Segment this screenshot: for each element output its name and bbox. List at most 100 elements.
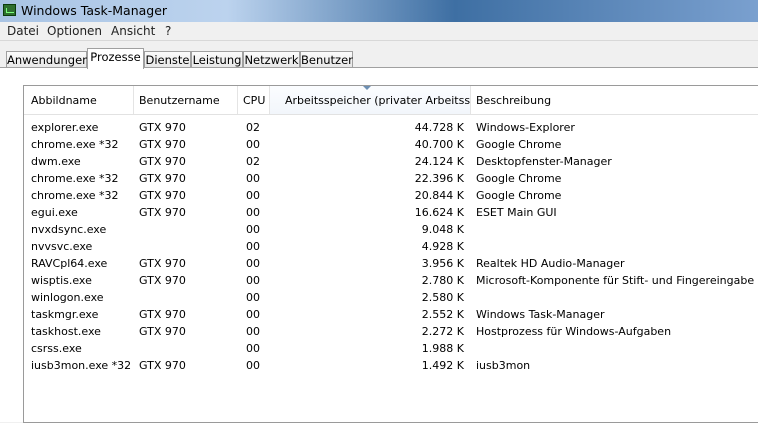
process-user: GTX 970 [139, 155, 186, 168]
process-description: Google Chrome [476, 172, 562, 185]
process-description: Microsoft-Komponente für Stift- und Fing… [476, 274, 755, 287]
process-description: Hostprozess für Windows-Aufgaben [476, 325, 672, 338]
table-row[interactable]: taskmgr.exe GTX 970 00 2.552 K Windows T… [24, 306, 758, 323]
process-user: GTX 970 [139, 206, 186, 219]
process-cpu: 00 [246, 342, 260, 355]
process-description: Windows Task-Manager [476, 308, 605, 321]
process-memory: 24.124 K [414, 155, 464, 168]
process-memory: 1.988 K [421, 342, 464, 355]
process-description: iusb3mon [476, 359, 531, 372]
table-row[interactable]: nvxdsync.exe 00 9.048 K [24, 221, 758, 238]
process-memory: 16.624 K [414, 206, 464, 219]
process-name: dwm.exe [31, 155, 81, 168]
process-memory: 4.928 K [421, 240, 464, 253]
table-row[interactable]: egui.exe GTX 970 00 16.624 K ESET Main G… [24, 204, 758, 221]
process-user: GTX 970 [139, 172, 186, 185]
tab-netzwerk[interactable]: Netzwerk [243, 51, 300, 68]
process-cpu: 00 [246, 172, 260, 185]
process-name: nvvsvc.exe [31, 240, 93, 253]
process-cpu: 00 [246, 308, 260, 321]
process-memory: 2.780 K [421, 274, 464, 287]
process-memory: 1.492 K [421, 359, 464, 372]
table-row[interactable]: csrss.exe 00 1.988 K [24, 340, 758, 357]
process-memory: 22.396 K [414, 172, 464, 185]
process-memory: 20.844 K [414, 189, 464, 202]
process-name: explorer.exe [31, 121, 99, 134]
table-row[interactable]: chrome.exe *32 GTX 970 00 40.700 K Googl… [24, 136, 758, 153]
table-row[interactable]: iusb3mon.exe *32 GTX 970 00 1.492 K iusb… [24, 357, 758, 374]
table-row[interactable]: taskhost.exe GTX 970 00 2.272 K Hostproz… [24, 323, 758, 340]
table-row[interactable]: nvvsvc.exe 00 4.928 K [24, 238, 758, 255]
table-row[interactable]: chrome.exe *32 GTX 970 00 22.396 K Googl… [24, 170, 758, 187]
process-cpu: 00 [246, 189, 260, 202]
process-cpu: 00 [246, 206, 260, 219]
sort-descending-icon [363, 86, 371, 90]
process-description: Google Chrome [476, 189, 562, 202]
column-header-memory[interactable]: Arbeitsspeicher (privater Arbeitssatz) [270, 86, 471, 114]
column-header-description[interactable]: Beschreibung [471, 86, 758, 114]
process-name: chrome.exe *32 [31, 138, 119, 151]
process-name: chrome.exe *32 [31, 172, 119, 185]
process-description: Windows-Explorer [476, 121, 575, 134]
menu-optionen[interactable]: Optionen [47, 24, 102, 38]
table-row[interactable]: explorer.exe GTX 970 02 44.728 K Windows… [24, 119, 758, 136]
process-memory: 9.048 K [421, 223, 464, 236]
tab-strip: Anwendungen Prozesse Dienste Leistung Ne… [0, 41, 758, 69]
process-name: RAVCpl64.exe [31, 257, 108, 270]
column-header-name[interactable]: Abbildname [24, 86, 134, 114]
process-description: Desktopfenster-Manager [476, 155, 612, 168]
menu-datei[interactable]: Datei [7, 24, 39, 38]
process-cpu: 02 [246, 155, 260, 168]
column-header-row: Abbildname Benutzername CPU Arbeitsspeic… [24, 86, 758, 115]
process-memory: 44.728 K [414, 121, 464, 134]
table-row[interactable]: dwm.exe GTX 970 02 24.124 K Desktopfenst… [24, 153, 758, 170]
process-name: csrss.exe [31, 342, 82, 355]
task-manager-icon [3, 4, 16, 16]
process-memory: 2.580 K [421, 291, 464, 304]
process-cpu: 00 [246, 138, 260, 151]
process-user: GTX 970 [139, 359, 186, 372]
column-header-cpu[interactable]: CPU [238, 86, 270, 114]
process-memory: 40.700 K [414, 138, 464, 151]
process-name: wisptis.exe [31, 274, 92, 287]
table-row[interactable]: RAVCpl64.exe GTX 970 00 3.956 K Realtek … [24, 255, 758, 272]
process-cpu: 00 [246, 291, 260, 304]
process-user: GTX 970 [139, 138, 186, 151]
process-cpu: 00 [246, 223, 260, 236]
process-user: GTX 970 [139, 121, 186, 134]
process-name: chrome.exe *32 [31, 189, 119, 202]
process-name: nvxdsync.exe [31, 223, 107, 236]
process-user: GTX 970 [139, 257, 186, 270]
table-row[interactable]: winlogon.exe 00 2.580 K [24, 289, 758, 306]
process-memory: 2.552 K [421, 308, 464, 321]
process-memory: 3.956 K [421, 257, 464, 270]
menu-ansicht[interactable]: Ansicht [111, 24, 155, 38]
process-description: Realtek HD Audio-Manager [476, 257, 625, 270]
title-bar[interactable]: Windows Task-Manager [0, 0, 758, 22]
process-cpu: 00 [246, 274, 260, 287]
window-title: Windows Task-Manager [21, 3, 168, 18]
process-name: egui.exe [31, 206, 78, 219]
tab-benutzer[interactable]: Benutzer [300, 51, 353, 68]
menu-bar: Datei Optionen Ansicht ? [0, 22, 758, 41]
process-cpu: 00 [246, 325, 260, 338]
process-user: GTX 970 [139, 325, 186, 338]
process-memory: 2.272 K [421, 325, 464, 338]
processes-panel: Abbildname Benutzername CPU Arbeitsspeic… [0, 67, 758, 423]
table-row[interactable]: wisptis.exe GTX 970 00 2.780 K Microsoft… [24, 272, 758, 289]
process-cpu: 00 [246, 257, 260, 270]
process-cpu: 00 [246, 240, 260, 253]
tab-anwendungen[interactable]: Anwendungen [6, 51, 89, 68]
column-header-user[interactable]: Benutzername [134, 86, 238, 114]
tab-leistung[interactable]: Leistung [191, 51, 243, 68]
process-cpu: 00 [246, 359, 260, 372]
tab-prozesse[interactable]: Prozesse [87, 48, 144, 69]
process-list[interactable]: Abbildname Benutzername CPU Arbeitsspeic… [23, 85, 758, 423]
process-name: iusb3mon.exe *32 [31, 359, 132, 372]
menu-help[interactable]: ? [165, 24, 171, 38]
table-row[interactable]: chrome.exe *32 GTX 970 00 20.844 K Googl… [24, 187, 758, 204]
process-user: GTX 970 [139, 189, 186, 202]
process-name: taskhost.exe [31, 325, 101, 338]
process-description: ESET Main GUI [476, 206, 557, 219]
tab-dienste[interactable]: Dienste [144, 51, 191, 68]
